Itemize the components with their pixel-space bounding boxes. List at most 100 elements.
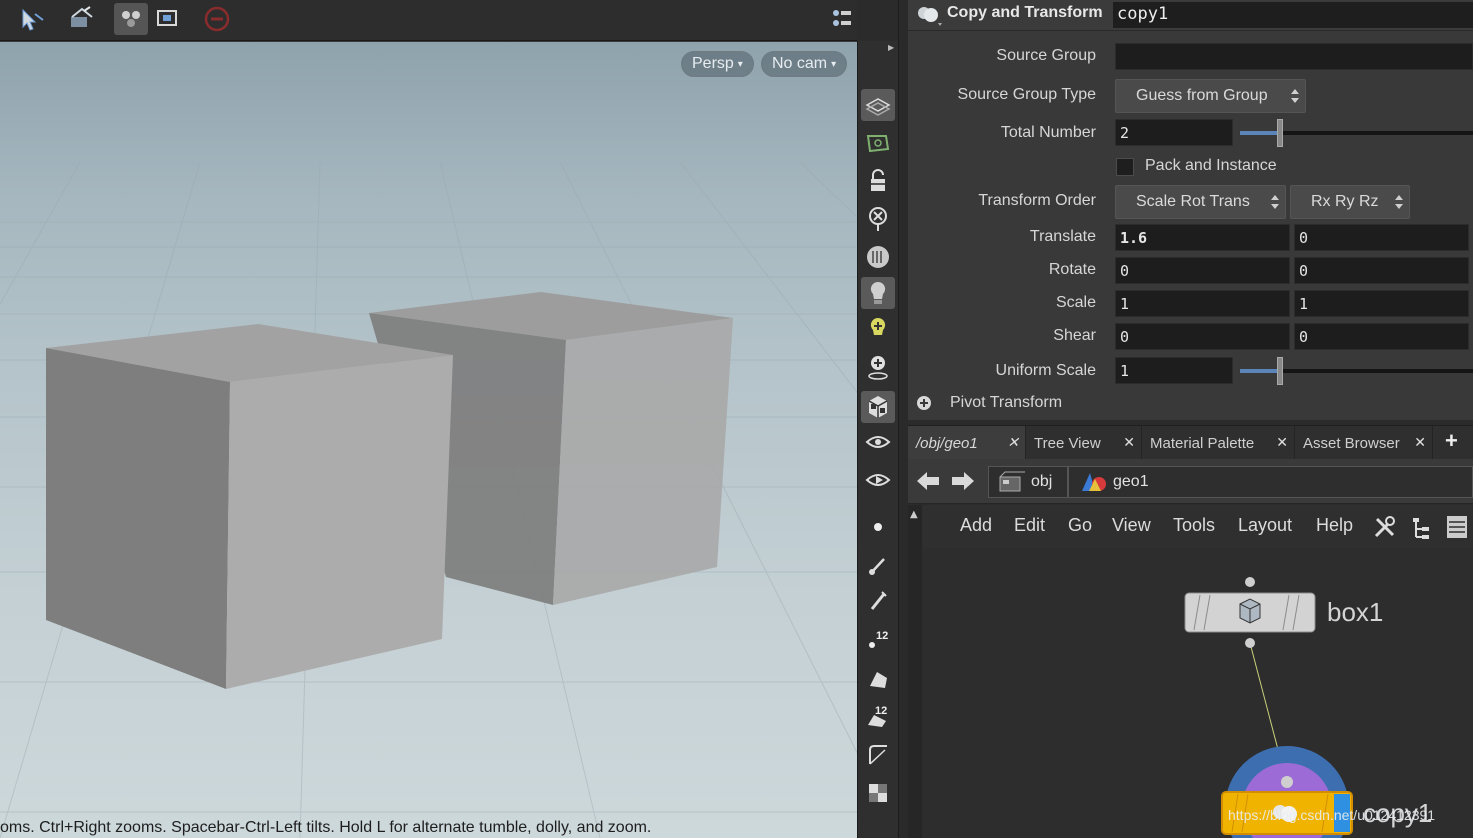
box1-node-label[interactable]: box1 <box>1327 597 1383 628</box>
uniform-scale-field[interactable]: 1 <box>1115 357 1233 384</box>
visualizer-icon[interactable] <box>861 427 895 459</box>
tab-label: Tree View <box>1034 434 1101 452</box>
disabled-icon[interactable] <box>200 3 234 35</box>
point-number-icon[interactable]: 12 <box>861 623 895 655</box>
tab-tree-view[interactable]: Tree View ✕ <box>1026 426 1142 460</box>
rotate-x-field[interactable]: 0 <box>1115 257 1290 284</box>
scene-viewport[interactable]: ? <box>0 0 857 838</box>
source-group-field[interactable] <box>1115 43 1473 70</box>
network-scrollbar[interactable]: ▲ <box>908 505 922 548</box>
prim-icon[interactable] <box>861 663 895 695</box>
node-name-field[interactable]: copy1 <box>1113 2 1473 28</box>
node-graph <box>1184 577 1353 838</box>
viewport-display-shelf: ▶ 12 12 <box>857 41 898 838</box>
move-camera-icon[interactable] <box>64 3 98 35</box>
pick-icon[interactable] <box>861 585 895 617</box>
menu-layout[interactable]: Layout <box>1238 515 1292 536</box>
curve-icon[interactable] <box>861 739 895 771</box>
scale-label: Scale <box>1055 294 1096 311</box>
uniform-scale-slider[interactable] <box>1240 357 1473 385</box>
scale-x-field[interactable]: 1 <box>1115 290 1290 317</box>
shelf-scroll-icon[interactable]: ▶ <box>888 43 896 53</box>
render-icon[interactable] <box>861 465 895 497</box>
tab-material-palette[interactable]: Material Palette ✕ <box>1142 426 1295 460</box>
menu-add[interactable]: Add <box>960 515 992 536</box>
scroll-up-icon[interactable]: ▲ <box>910 509 918 520</box>
watermark: https://blog.csdn.net/u012412391 <box>1228 807 1436 823</box>
geo-node-icon <box>1082 473 1106 491</box>
snap-icon[interactable] <box>114 3 148 35</box>
expand-plus-icon[interactable] <box>916 395 932 415</box>
tab-obj-geo1[interactable]: /obj/geo1 ✕ <box>908 426 1026 460</box>
add-tab-button[interactable]: + <box>1445 428 1458 454</box>
background-icon[interactable] <box>861 241 895 273</box>
breadcrumb-geo1[interactable]: geo1 <box>1068 466 1473 498</box>
source-group-type-menu[interactable]: Guess from Group <box>1115 79 1306 113</box>
shear-x-field[interactable]: 0 <box>1115 323 1290 350</box>
shear-y-field[interactable]: 0 <box>1294 323 1469 350</box>
forward-arrow-icon[interactable] <box>949 467 977 499</box>
viewport-status-text: oms. Ctrl+Right zooms. Spacebar-Ctrl-Lef… <box>0 819 652 836</box>
rotation-order-value: Rx Ry Rz <box>1311 193 1379 210</box>
transform-order-menu[interactable]: Scale Rot Trans <box>1115 185 1286 219</box>
chevron-down-icon: ▾ <box>831 58 837 70</box>
list-view-icon[interactable] <box>1445 514 1469 544</box>
menu-tools[interactable]: Tools <box>1173 515 1215 536</box>
translate-x-field[interactable]: 1.6 <box>1115 224 1290 251</box>
camera-view-menu[interactable]: Persp ▾ <box>681 51 754 77</box>
scale-y-field[interactable]: 1 <box>1294 290 1469 317</box>
tab-label: /obj/geo1 <box>916 434 978 452</box>
close-icon[interactable]: ✕ <box>1123 434 1135 451</box>
point-icon[interactable] <box>861 511 895 543</box>
camera-menu[interactable]: No cam ▾ <box>761 51 848 77</box>
back-arrow-icon[interactable] <box>914 467 942 499</box>
close-icon[interactable]: ✕ <box>1414 434 1426 451</box>
breadcrumb-obj[interactable]: obj <box>988 466 1068 498</box>
shaded-cube-icon[interactable] <box>861 391 895 423</box>
rotation-order-menu[interactable]: Rx Ry Rz <box>1290 185 1410 219</box>
source-group-type-label: Source Group Type <box>957 86 1096 103</box>
tab-label: Material Palette <box>1150 434 1255 452</box>
breadcrumb-obj-label: obj <box>1031 473 1053 490</box>
total-number-slider[interactable] <box>1240 119 1473 147</box>
viewport-layout-icon[interactable] <box>824 3 857 35</box>
tab-asset-browser[interactable]: Asset Browser ✕ <box>1295 426 1433 460</box>
menu-edit[interactable]: Edit <box>1014 515 1045 536</box>
translate-label: Translate <box>1029 228 1096 245</box>
up-down-arrows-icon <box>1271 195 1279 209</box>
display-options-icon[interactable] <box>151 3 185 35</box>
menu-help[interactable]: Help <box>1316 515 1353 536</box>
total-number-label: Total Number <box>1000 124 1096 141</box>
pivot-transform-folder[interactable]: Pivot Transform <box>950 394 1062 412</box>
scene-3d[interactable]: Persp ▾ No cam ▾ <box>0 42 857 838</box>
up-down-arrows-icon <box>1395 195 1403 209</box>
pane-divider[interactable] <box>898 0 908 838</box>
menu-view[interactable]: View <box>1112 515 1151 536</box>
pack-instance-checkbox[interactable] <box>1116 158 1134 176</box>
total-number-field[interactable]: 2 <box>1115 119 1233 146</box>
light-bulb-icon[interactable] <box>861 277 895 309</box>
wrench-icon[interactable] <box>1371 513 1399 545</box>
ghost-icon[interactable] <box>861 203 895 235</box>
slider-knob[interactable] <box>1276 119 1283 147</box>
prim-number-icon[interactable]: 12 <box>861 701 895 733</box>
close-icon[interactable]: ✕ <box>1007 434 1019 451</box>
network-editor[interactable]: box1 copy1 <box>908 548 1473 838</box>
close-icon[interactable]: ✕ <box>1276 434 1288 451</box>
template-icon[interactable] <box>861 127 895 159</box>
uv-icon[interactable] <box>861 777 895 809</box>
menu-go[interactable]: Go <box>1068 515 1092 536</box>
transform-order-label: Transform Order <box>978 192 1096 209</box>
add-light-ring-icon[interactable] <box>861 351 895 383</box>
source-group-type-value: Guess from Group <box>1136 87 1268 104</box>
select-arrow-icon[interactable] <box>16 3 50 35</box>
rotate-y-field[interactable]: 0 <box>1294 257 1469 284</box>
lock-icon[interactable] <box>861 165 895 197</box>
brush-icon[interactable] <box>861 549 895 581</box>
grid-plane-icon[interactable] <box>861 89 895 121</box>
slider-knob[interactable] <box>1276 357 1283 385</box>
camera-view-label: Persp <box>692 55 734 72</box>
add-light-icon[interactable] <box>861 313 895 345</box>
translate-y-field[interactable]: 0 <box>1294 224 1469 251</box>
tree-list-icon[interactable] <box>1410 515 1432 545</box>
